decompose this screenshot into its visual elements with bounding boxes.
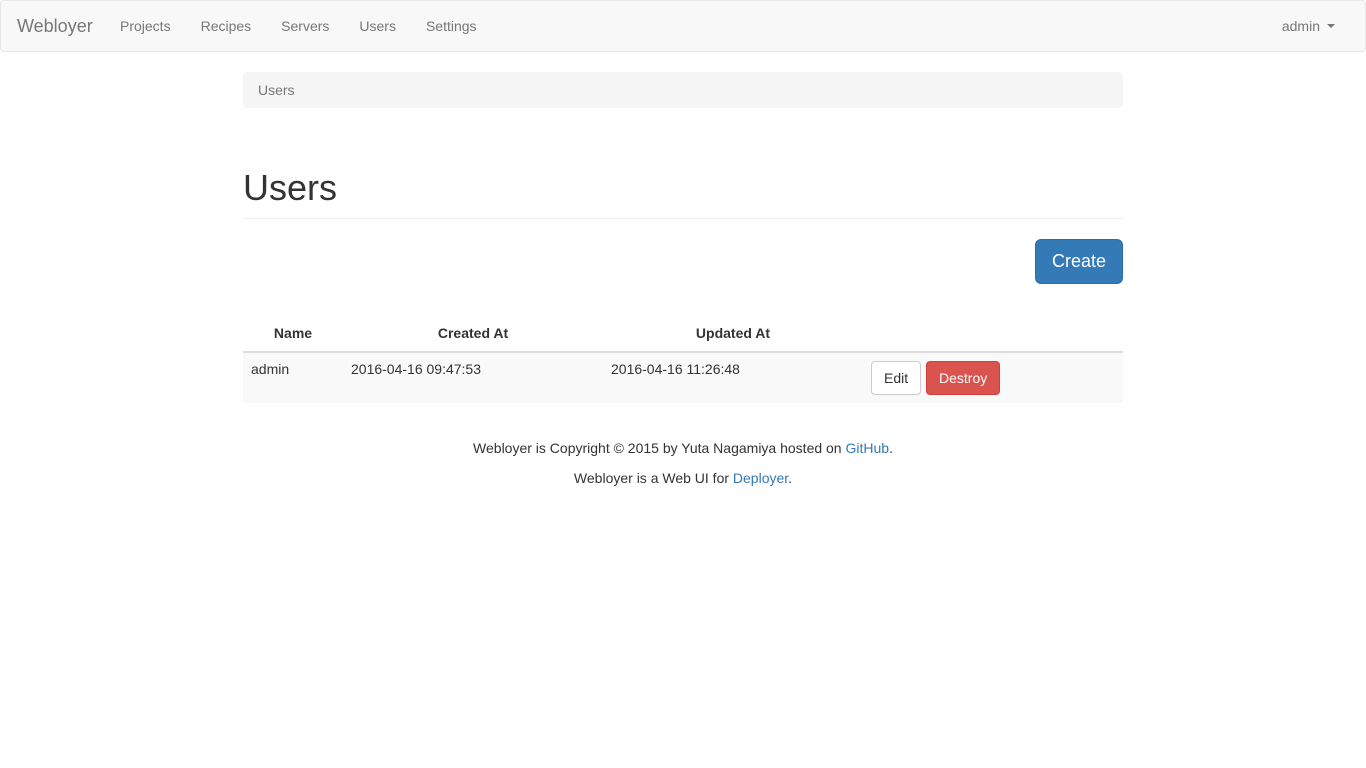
table-row: admin 2016-04-16 09:47:53 2016-04-16 11:… bbox=[243, 352, 1123, 403]
header-updated-at: Updated At bbox=[603, 318, 863, 353]
users-table: Name Created At Updated At admin 2016-04… bbox=[243, 318, 1123, 403]
destroy-button[interactable]: Destroy bbox=[926, 361, 1001, 395]
page-header: Users bbox=[243, 166, 1123, 219]
main-content: Users Users Create Name Created At Updat… bbox=[243, 72, 1123, 493]
deployer-link[interactable]: Deployer bbox=[733, 470, 788, 486]
footer-copyright-period: . bbox=[889, 440, 893, 456]
nav-link-servers[interactable]: Servers bbox=[266, 1, 344, 51]
edit-button[interactable]: Edit bbox=[871, 361, 922, 395]
brand-link[interactable]: Webloyer bbox=[17, 15, 93, 37]
header-actions bbox=[863, 318, 1123, 353]
page-title: Users bbox=[243, 167, 338, 208]
footer-line-about: Webloyer is a Web UI for Deployer. bbox=[243, 463, 1123, 493]
breadcrumb-current: Users bbox=[258, 82, 295, 98]
footer-copyright-text: Webloyer is Copyright © 2015 by Yuta Nag… bbox=[473, 440, 846, 456]
top-navbar: Webloyer Projects Recipes Servers Users … bbox=[0, 0, 1366, 52]
nav-link-projects[interactable]: Projects bbox=[105, 1, 186, 51]
user-menu-label: admin bbox=[1281, 18, 1320, 34]
table-header-row: Name Created At Updated At bbox=[243, 318, 1123, 353]
header-created-at: Created At bbox=[343, 318, 603, 353]
nav-links: Projects Recipes Servers Users Settings bbox=[105, 1, 492, 51]
cell-created-at: 2016-04-16 09:47:53 bbox=[343, 352, 603, 403]
nav-link-recipes[interactable]: Recipes bbox=[186, 1, 267, 51]
github-link[interactable]: GitHub bbox=[846, 440, 890, 456]
cell-updated-at: 2016-04-16 11:26:48 bbox=[603, 352, 863, 403]
header-name: Name bbox=[243, 318, 343, 353]
nav-link-settings[interactable]: Settings bbox=[411, 1, 492, 51]
user-menu-dropdown[interactable]: admin bbox=[1282, 1, 1335, 51]
breadcrumb: Users bbox=[243, 72, 1123, 108]
footer-about-text: Webloyer is a Web UI for bbox=[573, 470, 733, 486]
footer: Webloyer is Copyright © 2015 by Yuta Nag… bbox=[243, 433, 1123, 493]
actions-bar: Create bbox=[243, 239, 1123, 284]
caret-down-icon bbox=[1327, 24, 1335, 28]
nav-link-users[interactable]: Users bbox=[344, 1, 411, 51]
footer-about-period: . bbox=[788, 470, 793, 486]
create-button[interactable]: Create bbox=[1034, 239, 1123, 284]
cell-name: admin bbox=[243, 352, 343, 403]
footer-line-copyright: Webloyer is Copyright © 2015 by Yuta Nag… bbox=[243, 433, 1123, 463]
cell-actions: Edit Destroy bbox=[863, 352, 1123, 403]
